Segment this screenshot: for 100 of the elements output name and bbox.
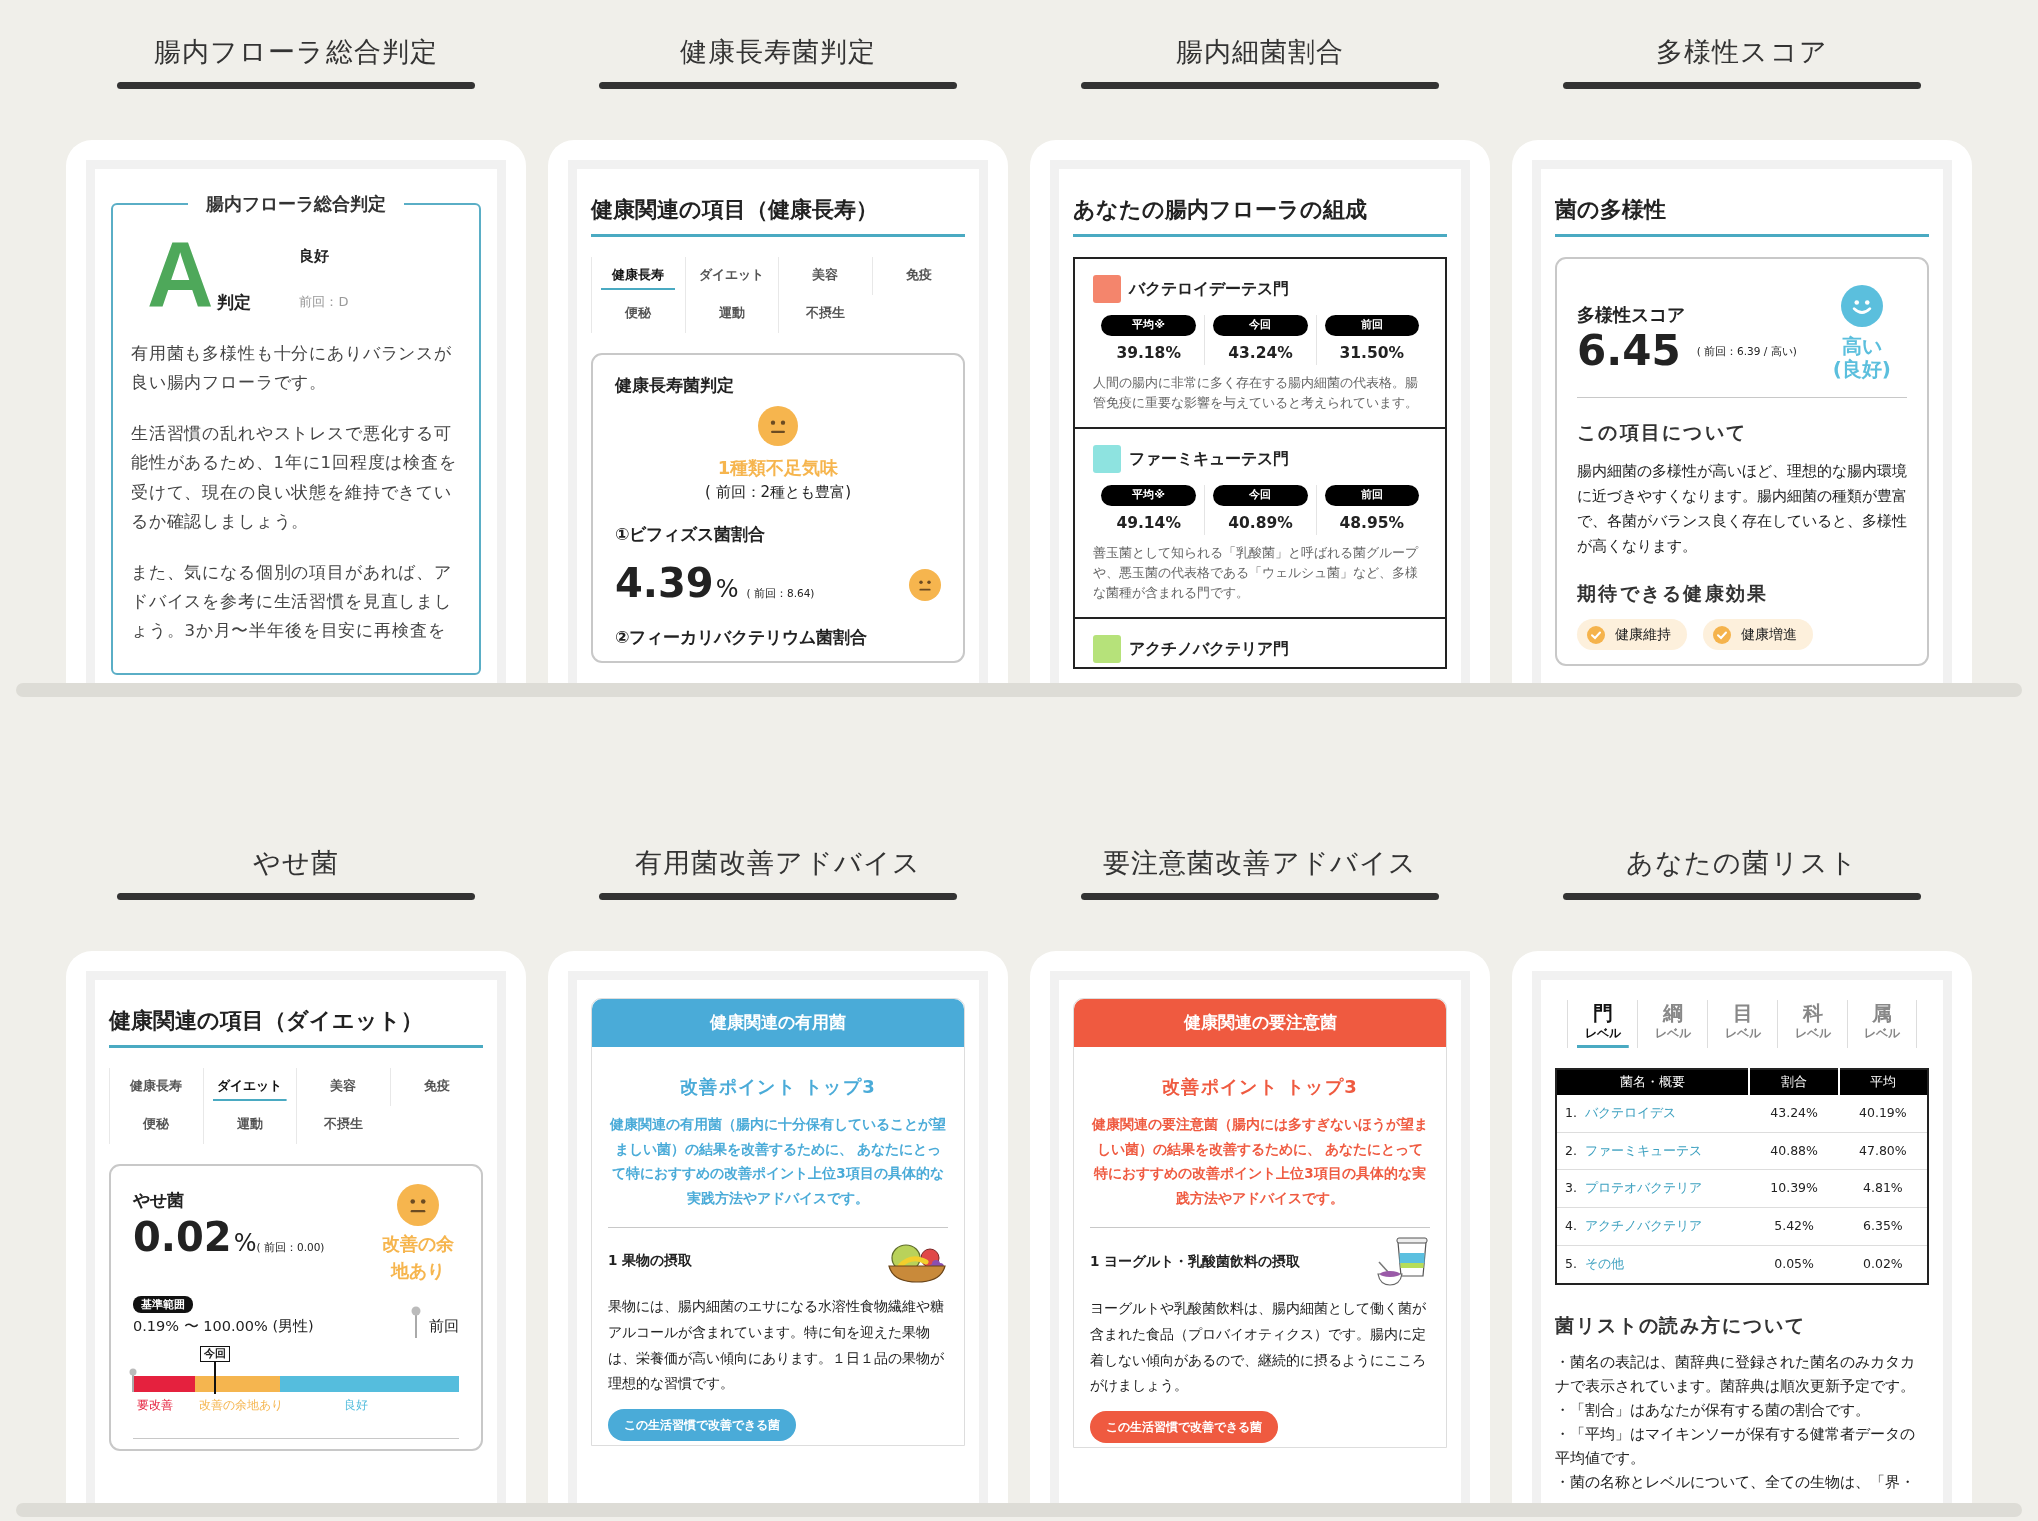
stat-value: 31.50% <box>1339 342 1405 364</box>
score-label: 多様性スコア <box>1577 303 1686 328</box>
summary-paragraph: 生活習慣の乱れやストレスで悪化する可能性があるため、1年に1回程度は検査を受けて、現在の良い状態を維持できているか確認しましょう。 <box>131 423 458 533</box>
previous-value: ( 前回：8.64) <box>746 586 815 602</box>
stat-value: 49.14% <box>1116 512 1181 534</box>
table-cell: 40.19% <box>1838 1094 1928 1133</box>
advice-subtitle: 改善ポイント トップ3 <box>1160 1074 1360 1099</box>
phylum-name: ファーミキューテス門 <box>1129 448 1289 471</box>
previous-score: ( 前回：6.39 / 高い) <box>1696 343 1797 359</box>
range-text: 0.19% 〜 100.00% (男性) <box>133 1317 314 1337</box>
section-text: 腸内細菌の多様性が高いほど、理想的な腸内環境に近づきやすくなります。腸内細菌の種類が豊富で、各菌がバランス良く存在していると、多様性が高くなります。 <box>1577 461 1907 556</box>
phylum-description: 人間の腸内に非常に多く存在する腸内細菌の代表格。腸管免疫に重要な影響を与えていると考えられています。 <box>1093 374 1419 413</box>
rank-number: 1. <box>1565 1104 1577 1120</box>
advice-header: 健康関連の有用菌 <box>592 999 964 1047</box>
stat-value: 39.18% <box>1116 342 1181 364</box>
summary-paragraph: 有用菌も多様性も十分にありバランスが良い腸内フローラです。 <box>131 343 453 395</box>
rank-number: 3. <box>1565 1180 1577 1196</box>
section-heading: 有用菌改善アドバイス <box>634 846 922 880</box>
previous-value: ( 前回：0.00) <box>256 1241 325 1256</box>
summary-paragraph: また、気になる個別の項目があれば、アドバイスを参考に生活習慣を見直しましょう。3か月〜半年後を目安に再検査を <box>131 561 453 642</box>
note-text: ・菌の名称とレベルについて、全ての生物は、「界・ <box>1555 1472 1916 1492</box>
section-heading: 腸内フローラ総合判定 <box>153 36 439 69</box>
note-text: ・菌名の表記は、菌辞典に登録された菌名のみカタカナで表示されています。菌辞典は順次更新予定です。 <box>1555 1353 1916 1396</box>
advice-item-title: 1 果物の摂取 <box>608 1251 693 1271</box>
box-title: 腸内フローラ総合判定 <box>205 192 387 217</box>
rank-number: 5. <box>1565 1255 1577 1271</box>
verdict-text: 1種類不足気味 <box>716 456 840 481</box>
table-cell: 47.80% <box>1838 1132 1928 1170</box>
phylum-name: バクテロイデーテス門 <box>1129 278 1289 301</box>
card-title: あなたの腸内フローラの組成 <box>1073 193 1447 238</box>
column-header: 割合 <box>1749 1069 1839 1095</box>
section-heading: 多様性スコア <box>1655 36 1829 69</box>
section-heading: やせ菌 <box>251 846 341 880</box>
table-cell: 0.05% <box>1749 1245 1839 1284</box>
diversity-score: 6.45 <box>1577 328 1681 375</box>
section-heading: あなたの菌リスト <box>1625 846 1859 880</box>
advice-intro: 健康関連の有用菌（腸内に十分保有していることが望ましい菌）の結果を改善するために、 あなたにとって特におすすめの改善ポイント上位3項目の具体的な実践方法やアドバイスです。 <box>609 1114 947 1209</box>
grade-label: 判定 <box>217 290 252 314</box>
previous-verdict: ( 前回：2種とも豊富) <box>704 482 852 504</box>
card-title: 健康関連の項目（健康長寿） <box>591 193 965 238</box>
stat-label: 平均※ <box>1101 485 1197 506</box>
effect-label: 健康維持 <box>1615 625 1671 645</box>
scale-label: 要改善 <box>136 1397 173 1412</box>
rank-number: 4. <box>1565 1218 1577 1234</box>
stat-label: 今回 <box>1213 315 1308 336</box>
check-icon <box>1713 625 1731 644</box>
verdict-text: 改善の余地あり <box>380 1231 455 1283</box>
card-title: 菌の多様性 <box>1555 193 1929 238</box>
stat-value: 40.89% <box>1228 512 1293 534</box>
legend-label: 前回 <box>429 1317 459 1337</box>
panel-title: 健康長寿菌判定 <box>615 373 735 397</box>
bacteria-name: やせ菌 <box>133 1188 185 1212</box>
grade-letter: A <box>147 232 214 316</box>
column-header: 平均 <box>1838 1069 1928 1095</box>
section-heading: 健康長寿菌判定 <box>678 36 878 69</box>
stat-label: 今回 <box>1213 485 1308 506</box>
table-cell: 43.24% <box>1749 1094 1839 1133</box>
effect-label: 健康増進 <box>1741 625 1797 645</box>
section-title: 期待できる健康効果 <box>1577 580 1770 606</box>
stat-label: 前回 <box>1324 315 1419 336</box>
section-heading: 要注意菌改善アドバイス <box>1102 846 1418 880</box>
item-label: ②フィーカリバクテリウム菌割合 <box>615 626 869 650</box>
percentage-value: 0.02 <box>133 1217 232 1258</box>
stat-value: 43.24% <box>1228 342 1293 364</box>
result-text: 良好 <box>299 246 331 268</box>
section-heading: 腸内細菌割合 <box>1174 36 1346 69</box>
scale-label: 良好 <box>343 1397 369 1412</box>
note-text: ・「平均」はマイキンソーが保有する健常者データの平均値です。 <box>1555 1424 1916 1468</box>
phylum-name: アクチノバクテリア門 <box>1129 637 1289 660</box>
table-cell: 40.88% <box>1749 1132 1839 1170</box>
column-header: 菌名・概要 <box>1556 1069 1750 1095</box>
level-tab[interactable]: 属 レベル <box>1847 1000 1917 1049</box>
stat-label: 前回 <box>1324 485 1419 506</box>
notes-title: 菌リストの読み方について <box>1555 1312 1807 1338</box>
previous-result: 前回：D <box>299 292 349 311</box>
stat-value: 48.95% <box>1339 512 1405 534</box>
table-cell: 5.42% <box>1749 1207 1839 1246</box>
card-title: 健康関連の項目（ダイエット） <box>109 1004 483 1049</box>
advice-text: ヨーグルトや乳酸菌飲料は、腸内細菌として働く菌が含まれた食品（プロバイオティクス）です。腸内に定着しない傾向があるので、継続的に摂るようにこころがけましょう。 <box>1090 1299 1427 1396</box>
pin-icon <box>411 1305 421 1338</box>
table-cell: 0.02% <box>1838 1245 1928 1284</box>
percent-unit: % <box>233 1228 257 1260</box>
table-cell: 4.81% <box>1838 1169 1928 1208</box>
range-badge: 基準範囲 <box>133 1295 193 1314</box>
advice-header: 健康関連の要注意菌 <box>1074 999 1446 1047</box>
verdict-text: 高い (良好) <box>1832 335 1891 382</box>
item-label: ①ビフィズス菌割合 <box>615 522 767 546</box>
table-cell: 10.39% <box>1749 1169 1839 1208</box>
advice-intro: 健康関連の要注意菌（腸内には多すぎないほうが望ましい菌）の結果を改善するために、 あなたにとって特におすすめの改善ポイント上位3項目の具体的な実践方法やアドバイスです。 <box>1091 1114 1429 1209</box>
advice-subtitle: 改善ポイント トップ3 <box>678 1074 878 1099</box>
percent-unit: % <box>715 574 739 606</box>
section-title: この項目について <box>1577 420 1749 446</box>
stat-label: 平均※ <box>1101 315 1197 336</box>
percentage-value: 4.39 <box>615 563 714 604</box>
advice-item-title: 1 ヨーグルト・乳酸菌飲料の摂取 <box>1090 1252 1301 1272</box>
check-icon <box>1587 625 1605 644</box>
advice-text: 果物には、腸内細菌のエサになる水溶性食物繊維や糖アルコールが含まれています。特に旬を迎えた果物は、栄養価が高い傾向にあります。１日１品の果物が理想的な習慣です。 <box>608 1297 945 1394</box>
rank-number: 2. <box>1565 1142 1577 1158</box>
scale-label: 改善の余地あり <box>197 1397 283 1412</box>
table-cell: 6.35% <box>1838 1207 1928 1246</box>
